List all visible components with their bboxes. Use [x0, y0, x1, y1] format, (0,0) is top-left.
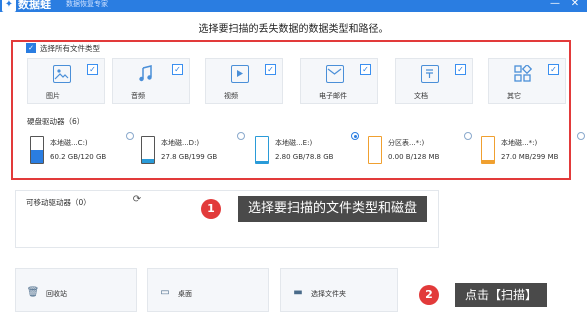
drive-size: 27.0 MB/299 MB: [501, 153, 559, 161]
file-type-label: 图片: [46, 92, 60, 100]
drive-item[interactable]: 本地磁...*:) 27.0 MB/299 MB: [481, 132, 585, 167]
drive-icon: [368, 136, 382, 164]
file-type-label: 文档: [414, 92, 428, 100]
drive-radio[interactable]: [126, 132, 134, 140]
file-type-label: 视频: [224, 92, 238, 100]
title-bar: ✦ 数据蛙 数据恢复专家 — ✕: [0, 0, 587, 12]
select-all-row[interactable]: ✓ 选择所有文件类型: [26, 42, 100, 54]
minimize-button[interactable]: —: [548, 0, 562, 11]
audio-icon: [138, 65, 156, 83]
file-type-label: 其它: [507, 92, 521, 100]
image-icon: [53, 65, 71, 83]
file-type-other[interactable]: ✓ 其它: [488, 58, 566, 104]
app-logo-icon: ✦: [2, 0, 16, 12]
file-type-label: 电子邮件: [319, 92, 347, 100]
video-icon: [231, 65, 249, 83]
drive-name: 分区表...*:): [388, 139, 425, 147]
document-icon: [421, 65, 439, 83]
file-type-video[interactable]: ✓ 视频: [205, 58, 283, 104]
callout-number-badge: 2: [419, 285, 439, 305]
drive-name: 本地磁...*:): [501, 139, 538, 147]
drive-item[interactable]: 本地磁...D:) 27.8 GB/199 GB: [141, 132, 245, 167]
file-type-video-checkbox[interactable]: ✓: [265, 64, 276, 75]
desktop-icon: ▭: [160, 287, 170, 298]
drive-item[interactable]: 本地磁...E:) 2.80 GB/78.8 GB: [255, 132, 359, 167]
location-label: 回收站: [46, 290, 67, 298]
file-type-audio[interactable]: ✓ 音频: [112, 58, 190, 104]
folder-icon: ▬: [293, 287, 303, 298]
drive-radio[interactable]: [577, 132, 585, 140]
file-type-document-checkbox[interactable]: ✓: [455, 64, 466, 75]
file-type-image-checkbox[interactable]: ✓: [87, 64, 98, 75]
page-instruction: 选择要扫描的丢失数据的数据类型和路径。: [198, 24, 389, 35]
hard-drives-title: 硬盘驱动器（6）: [27, 117, 85, 126]
drive-size: 2.80 GB/78.8 GB: [275, 153, 334, 161]
app-subtitle: 数据恢复专家: [66, 0, 108, 8]
location-recycle-bin[interactable]: 🗑 回收站: [15, 268, 137, 312]
drive-icon: [255, 136, 269, 164]
drive-name: 本地磁...D:): [161, 139, 200, 147]
drive-icon: [30, 136, 44, 164]
select-all-checkbox[interactable]: ✓: [26, 43, 36, 53]
file-type-other-checkbox[interactable]: ✓: [548, 64, 559, 75]
location-label: 桌面: [178, 290, 192, 298]
location-label: 选择文件夹: [311, 290, 346, 298]
drive-size: 60.2 GB/120 GB: [50, 153, 107, 161]
drive-icon: [481, 136, 495, 164]
location-select-folder[interactable]: ▬ 选择文件夹: [280, 268, 398, 312]
drive-radio[interactable]: [237, 132, 245, 140]
file-type-audio-checkbox[interactable]: ✓: [172, 64, 183, 75]
other-icon: [514, 63, 533, 83]
refresh-icon[interactable]: ⟳: [131, 194, 143, 206]
close-button[interactable]: ✕: [568, 0, 582, 11]
drive-name: 本地磁...C:): [50, 139, 88, 147]
drive-radio-selected[interactable]: [351, 132, 359, 140]
recycle-bin-icon: 🗑: [26, 287, 40, 298]
file-type-label: 音频: [131, 92, 145, 100]
file-type-document[interactable]: ✓ 文档: [395, 58, 473, 104]
drive-size: 0.00 B/128 MB: [388, 153, 440, 161]
callout-tooltip: 点击【扫描】: [455, 283, 548, 307]
file-type-email[interactable]: ✓ 电子邮件: [300, 58, 378, 104]
callout-number-badge: 1: [201, 199, 221, 219]
select-all-label: 选择所有文件类型: [40, 43, 100, 53]
location-desktop[interactable]: ▭ 桌面: [147, 268, 269, 312]
drive-item[interactable]: 本地磁...C:) 60.2 GB/120 GB: [30, 132, 134, 167]
drive-radio[interactable]: [464, 132, 472, 140]
drive-item[interactable]: 分区表...*:) 0.00 B/128 MB: [368, 132, 472, 167]
drive-size: 27.8 GB/199 GB: [161, 153, 218, 161]
file-type-image[interactable]: ✓ 图片: [27, 58, 105, 104]
drive-name: 本地磁...E:): [275, 139, 313, 147]
email-icon: [326, 65, 344, 83]
removable-drives-title: 可移动驱动器（0）: [26, 198, 91, 207]
callout-tooltip: 选择要扫描的文件类型和磁盘: [238, 196, 428, 222]
app-name: 数据蛙: [18, 0, 51, 11]
drive-icon: [141, 136, 155, 164]
file-type-email-checkbox[interactable]: ✓: [360, 64, 371, 75]
